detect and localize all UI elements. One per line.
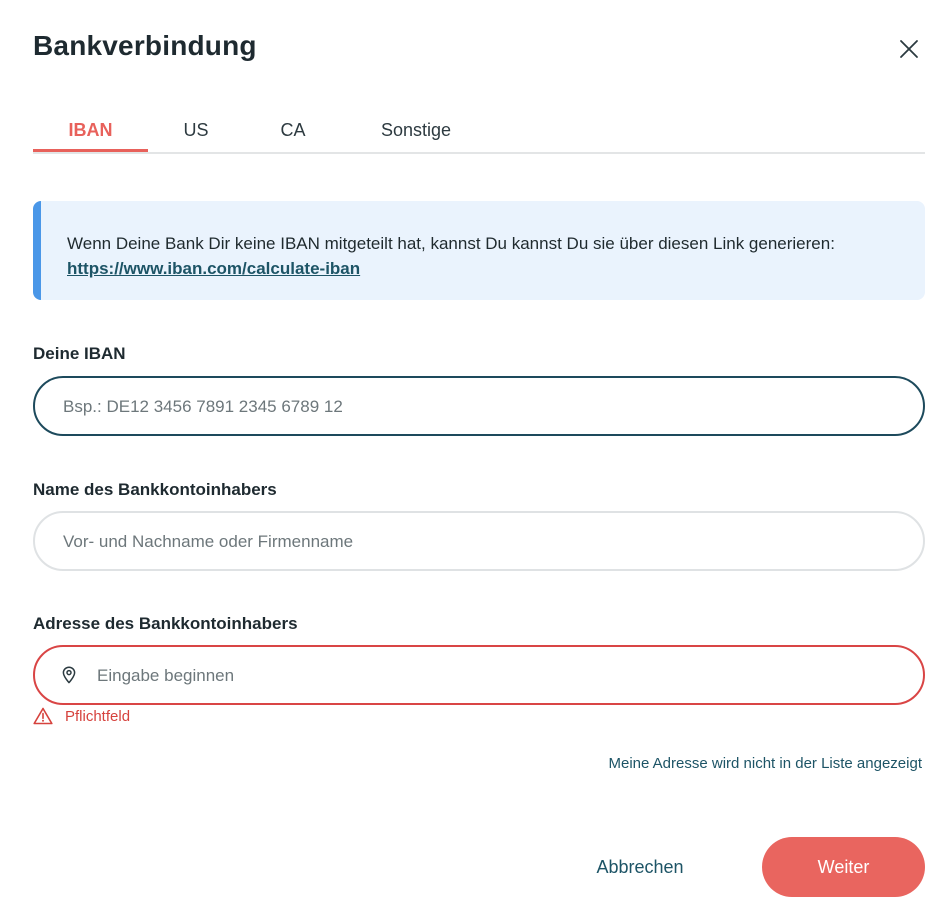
tab-us[interactable]: US	[171, 110, 221, 150]
account-type-tabs: IBAN US CA Sonstige	[33, 110, 925, 154]
warning-icon	[33, 707, 53, 725]
location-pin-icon	[62, 666, 76, 684]
iban-field-wrapper	[33, 376, 925, 436]
iban-input[interactable]	[61, 378, 905, 436]
account-holder-name-input[interactable]	[61, 513, 905, 571]
info-text: Wenn Deine Bank Dir keine IBAN mitgeteil…	[67, 231, 907, 281]
account-holder-name-field-wrapper	[33, 511, 925, 571]
info-banner: Wenn Deine Bank Dir keine IBAN mitgeteil…	[33, 201, 925, 300]
tab-iban[interactable]: IBAN	[33, 110, 148, 152]
address-error-message: Pflichtfeld	[33, 705, 130, 727]
address-not-listed-link[interactable]: Meine Adresse wird nicht in der Liste an…	[608, 755, 922, 772]
error-text: Pflichtfeld	[65, 707, 131, 725]
account-holder-address-field-wrapper	[33, 645, 925, 705]
iban-calculator-link[interactable]: https://www.iban.com/calculate-iban	[67, 259, 360, 278]
next-button[interactable]: Weiter	[762, 837, 925, 897]
bank-details-dialog: Bankverbindung IBAN US CA Sonstige Wenn …	[0, 0, 948, 924]
tab-ca[interactable]: CA	[268, 110, 318, 150]
close-button[interactable]	[896, 36, 922, 62]
dialog-title: Bankverbindung	[33, 30, 257, 61]
info-message: Wenn Deine Bank Dir keine IBAN mitgeteil…	[67, 234, 835, 253]
tab-sonstige[interactable]: Sonstige	[361, 110, 471, 150]
account-holder-address-input[interactable]	[95, 647, 899, 705]
cancel-button[interactable]: Abbrechen	[575, 842, 705, 892]
account-holder-address-label: Adresse des Bankkontoinhabers	[33, 614, 298, 633]
account-holder-name-label: Name des Bankkontoinhabers	[33, 480, 277, 499]
iban-label: Deine IBAN	[33, 344, 126, 363]
close-icon	[900, 40, 918, 58]
